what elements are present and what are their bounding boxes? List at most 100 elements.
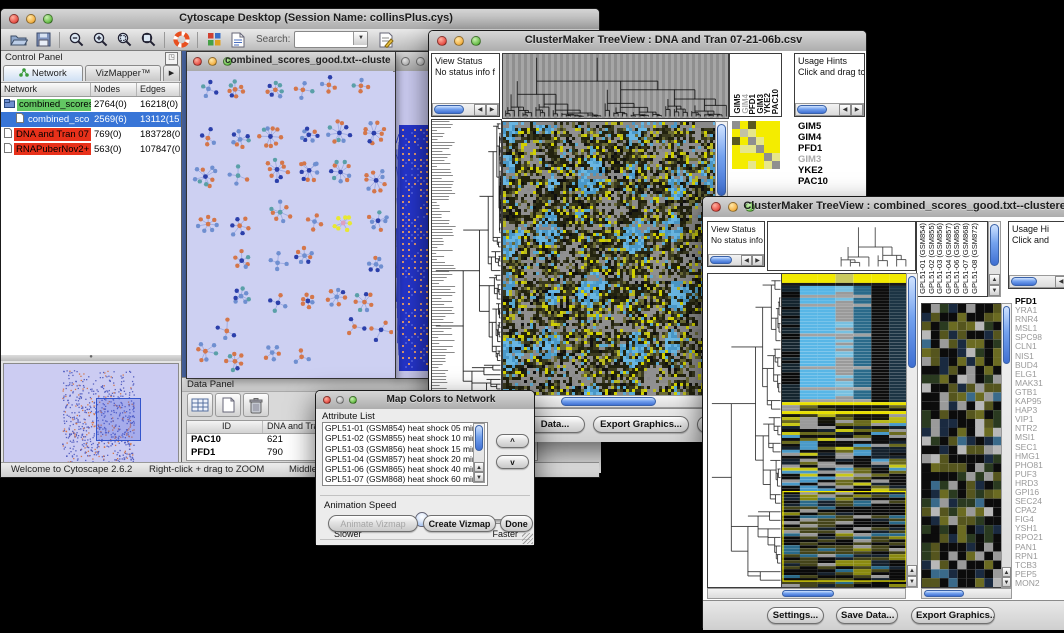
minimize-icon[interactable] [454,36,464,46]
attribute-list-item[interactable]: GPL51-07 (GSM868) heat shock 60 min [323,474,487,484]
column-header-edges[interactable]: Edges [137,83,180,96]
new-document-icon[interactable] [215,393,241,417]
column-header-network[interactable]: Network [1,83,91,96]
column-dendrogram[interactable] [767,221,916,271]
network-view-title-bar[interactable]: combined_scores_good.txt--cluste... [187,52,395,72]
gene-label[interactable]: PAC10 [796,176,866,187]
minimize-icon[interactable] [728,202,738,212]
treeview2-title: ClusterMaker TreeView : combined_scores_… [743,200,1064,212]
done-label: Done [505,519,528,529]
heatmap-vertical-scrollbar[interactable]: ▲ ▼ [906,273,918,588]
close-icon[interactable] [193,57,202,66]
save-data-button[interactable]: Save Data... [836,607,898,624]
minimize-icon[interactable] [208,57,217,66]
array-label: GPL51-03 (GSM856) [936,223,944,294]
view-status-scrollbar[interactable]: ◀ ▶ [708,254,764,266]
gene-label[interactable]: YKE2 [796,165,866,176]
close-icon[interactable] [437,36,447,46]
attribute-editor-icon[interactable] [374,30,398,50]
create-vizmap-button[interactable]: Create Vizmap [423,515,496,532]
attribute-list-scrollbar[interactable]: ▲ ▼ [473,423,485,483]
animate-vizmap-button[interactable]: Animate Vizmap [328,515,418,532]
minimize-icon[interactable] [336,396,344,404]
map-colors-title-bar[interactable]: Map Colors to Network [316,391,534,410]
attribute-list-item[interactable]: GPL51-01 (GSM854) heat shock 05 min [323,423,487,433]
resize-grip[interactable] [522,533,533,544]
done-button[interactable]: Done [500,515,533,532]
array-labels-scrollbar[interactable]: ▲ ▼ [988,221,1001,297]
zoom-fit-icon[interactable] [136,30,160,50]
close-icon[interactable] [323,396,331,404]
column-dendrogram[interactable] [502,53,729,119]
open-folder-icon[interactable] [7,30,31,50]
float-panel-icon[interactable]: ◳ [165,52,178,65]
close-icon[interactable] [711,202,721,212]
network-overview-panel[interactable] [3,363,179,469]
gene-label-list[interactable]: PFD1YRA1RNR4MSL1SPC98CLN1NIS1BUD4ELG1MAK… [1013,297,1064,589]
export-graphics-label: Export Graphics... [600,419,682,430]
column-header-nodes[interactable]: Nodes [91,83,137,96]
gene-dendrogram[interactable] [431,119,502,408]
heatmap-canvas[interactable] [781,273,908,588]
heatmap-canvas[interactable] [502,121,717,397]
attribute-list[interactable]: GPL51-01 (GSM854) heat shock 05 minGPL51… [322,422,488,486]
usage-hints-scrollbar[interactable]: ◀ ▶ [795,103,864,116]
network-row[interactable]: combined_scores2764(0)16218(0) [1,97,182,112]
toolbar-separator [164,32,165,48]
summary-heatmap[interactable] [732,121,780,169]
zoom-out-icon[interactable] [64,30,88,50]
network-list-background [1,155,181,355]
annotation-icon[interactable] [226,30,250,50]
panel-divider-handle[interactable]: ● [1,355,181,361]
heatmap-horizontal-scrollbar[interactable] [707,588,906,599]
minimize-icon[interactable] [416,57,425,66]
view-status-scrollbar[interactable]: ◀ ▶ [432,103,499,116]
attribute-list-item[interactable]: GPL51-04 (GSM857) heat shock 20 min [323,454,487,464]
gene-label[interactable]: GIM4 [796,132,866,143]
usage-hints-scrollbar[interactable]: ◀ ▶ [1009,275,1064,288]
view-status-panel: View Status No status info f ◀ ▶ [431,53,500,117]
gene-label[interactable]: MON2 [1013,579,1064,588]
zoom-in-icon[interactable] [88,30,112,50]
export-graphics-button[interactable]: Export Graphics... [593,416,689,433]
chevron-down-icon[interactable]: ▼ [353,32,367,45]
close-icon[interactable] [9,14,19,24]
column-header[interactable]: ID [187,421,263,433]
zoom-heatmap-canvas[interactable] [921,303,1003,588]
treeview1-title: ClusterMaker TreeView : DNA and Tran 07-… [469,34,858,46]
move-up-button[interactable]: ^ [496,434,529,448]
main-title-bar[interactable]: Cytoscape Desktop (Session Name: collins… [1,9,599,30]
zoom-vertical-scrollbar[interactable]: ▲ ▼ [1001,303,1012,588]
move-down-button[interactable]: v [496,455,529,469]
save-icon[interactable] [31,30,55,50]
settings-button[interactable]: Settings... [767,607,824,624]
minimize-icon[interactable] [26,14,36,24]
treeview1-title-bar[interactable]: ClusterMaker TreeView : DNA and Tran 07-… [429,31,866,52]
network-name: combined_scores [17,99,91,111]
attribute-list-item[interactable]: GPL51-02 (GSM855) heat shock 10 min [323,433,487,443]
network-canvas[interactable] [187,71,393,376]
gene-label-list[interactable]: GIM5GIM4PFD1GIM3YKE2PAC10 [796,121,866,201]
vizmap-icon[interactable] [202,30,226,50]
search-input[interactable]: ▼ [294,31,368,48]
trash-icon[interactable] [243,393,269,417]
treeview2-title-bar[interactable]: ClusterMaker TreeView : combined_scores_… [703,197,1064,218]
export-graphics-button[interactable]: Export Graphics... [911,607,995,624]
tab-overflow-button[interactable]: ▶ [163,65,180,81]
network-row[interactable]: DNA and Tran 07769(0)183728(0) [1,127,182,142]
network-row[interactable]: combined_sco2569(6)13112(15) [1,112,182,127]
tab-vizmapper[interactable]: VizMapper™ [85,65,161,81]
gene-label[interactable]: PFD1 [796,143,866,154]
gene-label[interactable]: GIM5 [796,121,866,132]
table-icon[interactable] [187,393,213,417]
tab-network[interactable]: Network [3,65,83,81]
attribute-list-item[interactable]: GPL51-06 (GSM865) heat shock 40 min [323,464,487,474]
zoom-selected-icon[interactable] [112,30,136,50]
help-ring-icon[interactable] [169,30,193,50]
close-icon[interactable] [401,57,410,66]
gene-label[interactable]: GIM3 [796,154,866,165]
attribute-list-item[interactable]: GPL51-03 (GSM856) heat shock 15 min [323,444,487,454]
zoom-horizontal-scrollbar[interactable] [921,588,1012,599]
gene-dendrogram[interactable] [707,273,782,588]
view-status-title: View Status [708,222,764,235]
